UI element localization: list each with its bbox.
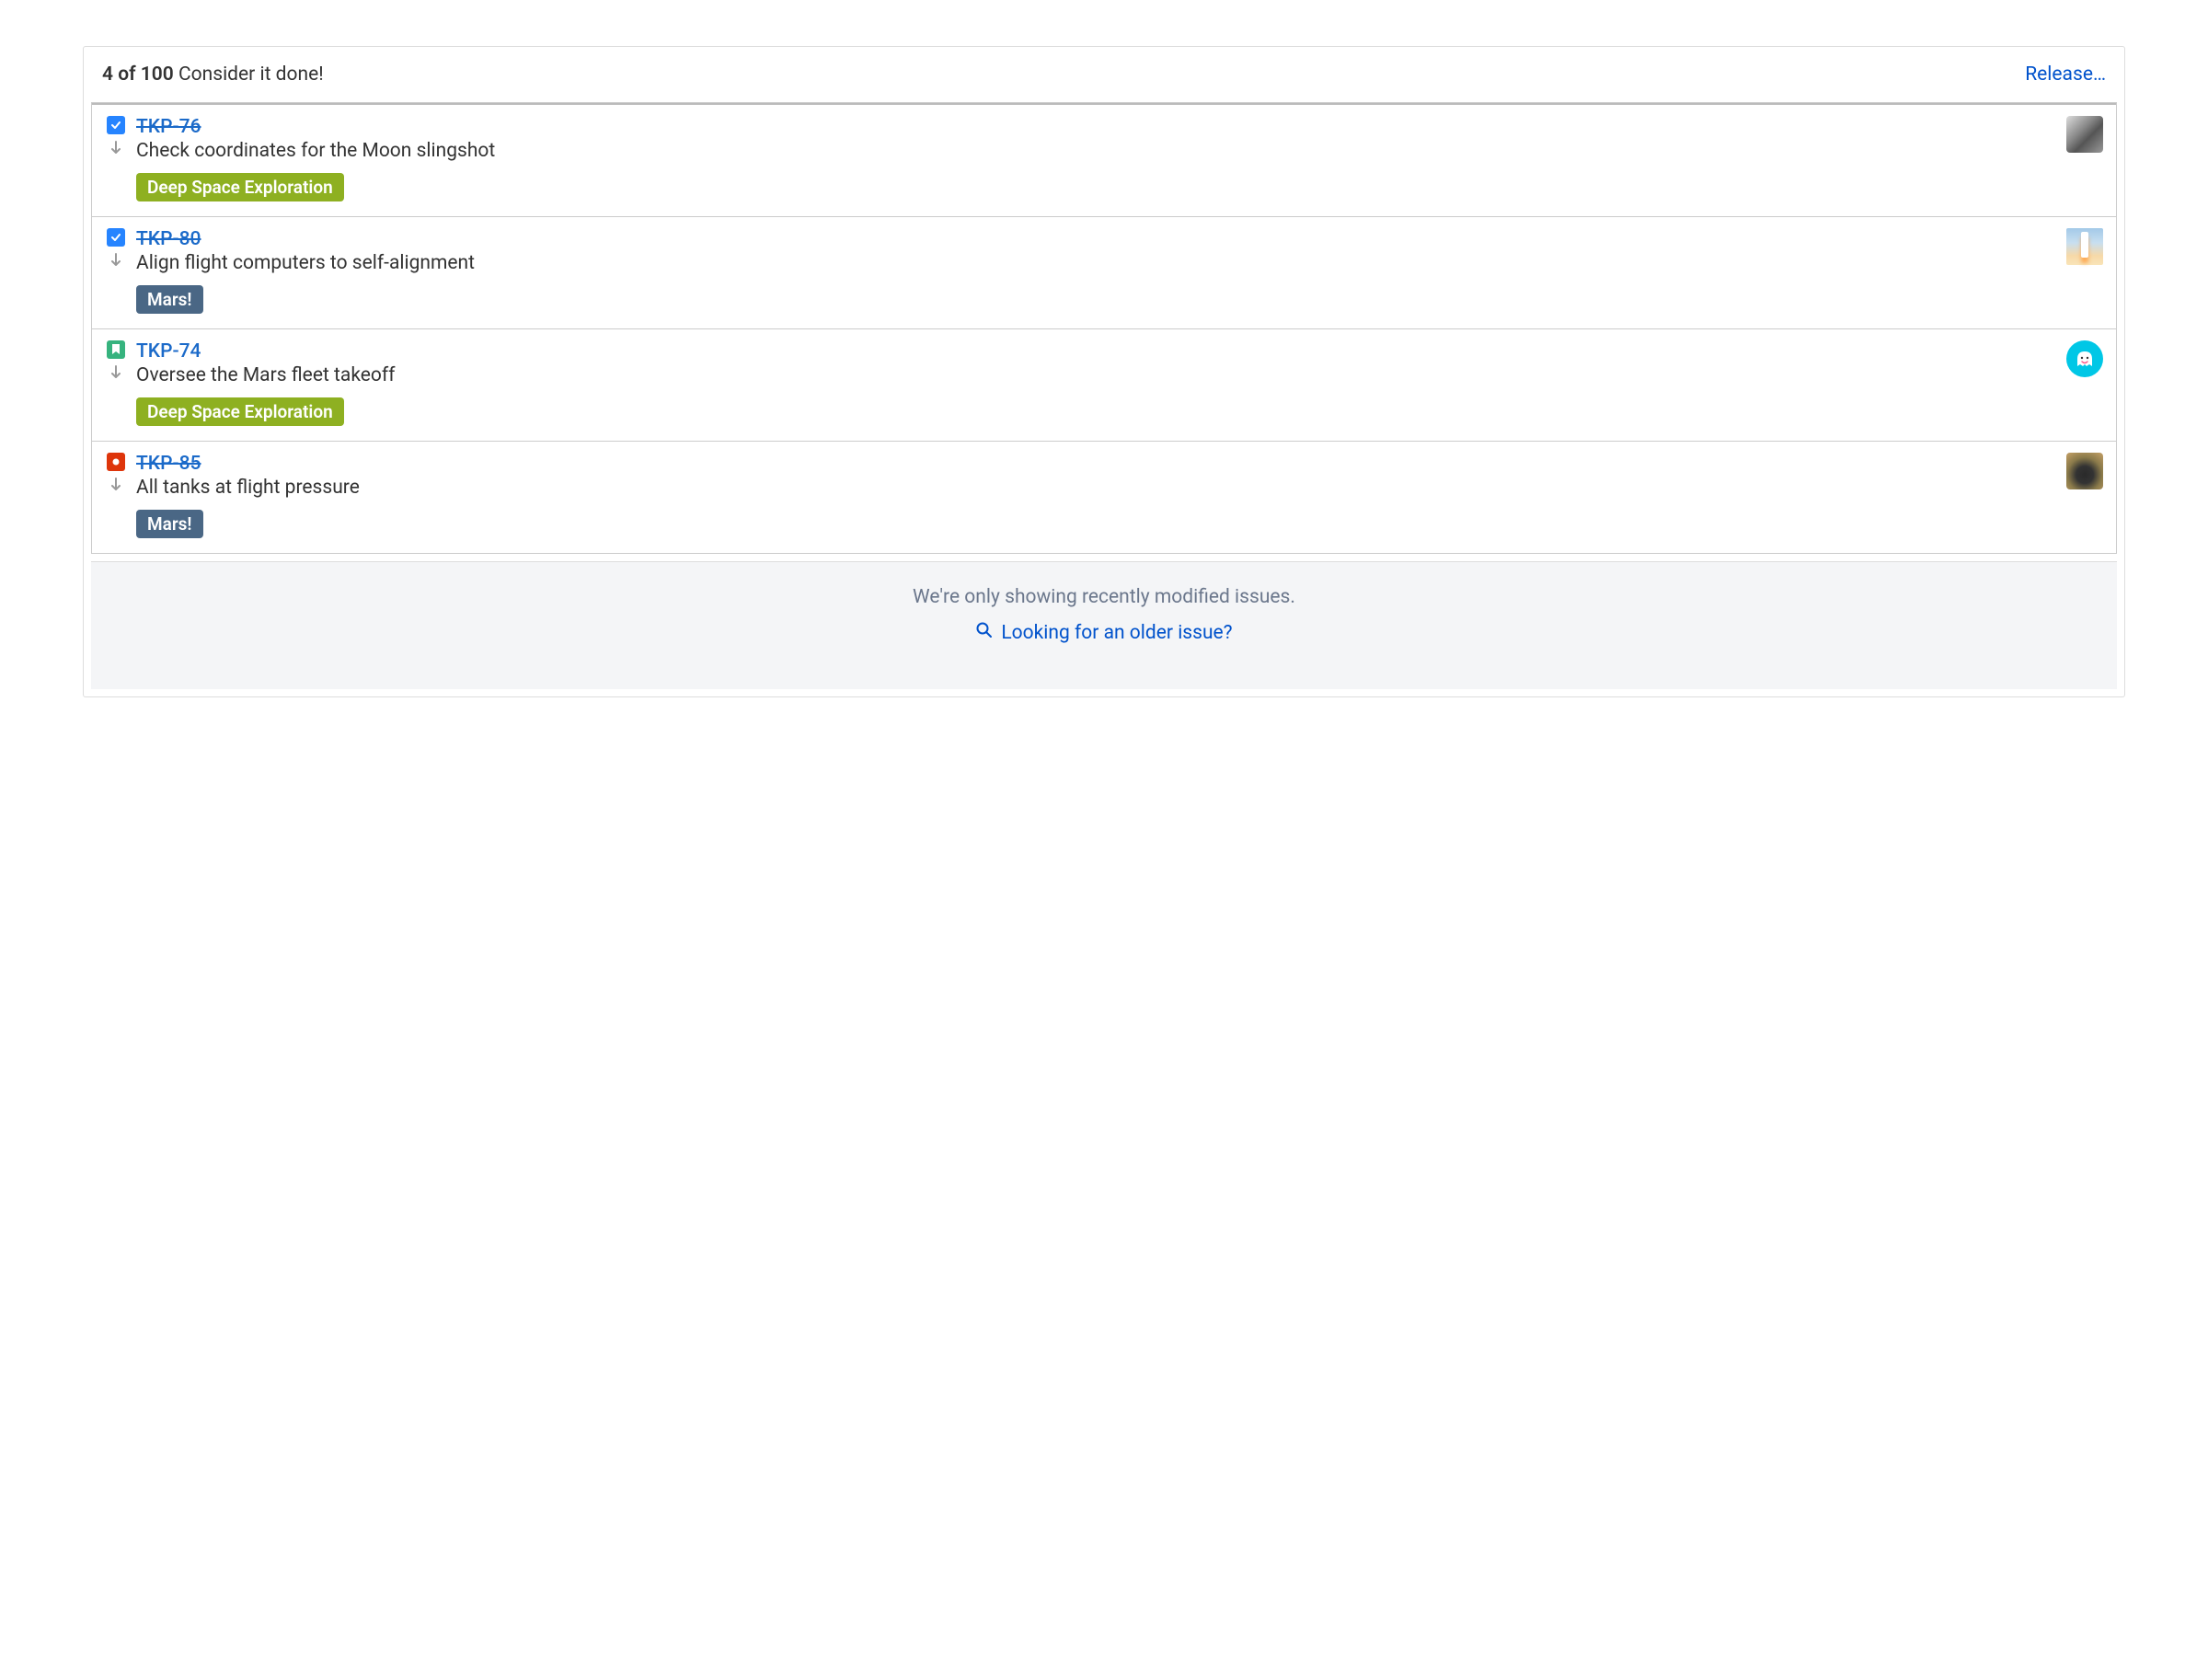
issue-icons [105,340,127,381]
issue-tags: Mars! [136,285,2057,314]
issue-key[interactable]: TKP-85 [136,453,2057,475]
issue-count: 4 of 100 [102,63,174,86]
issue-key[interactable]: TKP-80 [136,228,2057,250]
epic-tag[interactable]: Mars! [136,285,203,314]
issue-summary: Check coordinates for the Moon slingshot [136,140,2057,162]
issue-icons [105,228,127,269]
priority-low-icon [108,364,124,381]
issues-list: TKP-76 Check coordinates for the Moon sl… [91,102,2117,554]
older-issue-link[interactable]: Looking for an older issue? [975,621,1232,645]
issue-summary: Align flight computers to self-alignment [136,252,2057,274]
issue-row[interactable]: TKP-76 Check coordinates for the Moon sl… [92,103,2116,217]
priority-low-icon [108,477,124,493]
issue-icons [105,453,127,493]
header-message: Consider it done! [178,63,324,86]
issue-content: TKP-85 All tanks at flight pressure Mars… [127,453,2057,538]
assignee-avatar[interactable] [2066,228,2103,265]
issue-key[interactable]: TKP-76 [136,116,2057,138]
epic-tag[interactable]: Mars! [136,510,203,538]
issue-summary: All tanks at flight pressure [136,477,2057,499]
issue-key[interactable]: TKP-74 [136,340,2057,362]
issue-row[interactable]: TKP-80 Align flight computers to self-al… [92,217,2116,329]
task-icon [107,228,125,247]
header-title: 4 of 100 Consider it done! [102,63,324,86]
issues-panel: 4 of 100 Consider it done! Release… TKP-… [83,46,2125,697]
priority-low-icon [108,140,124,156]
footer-info: We're only showing recently modified iss… [91,561,2117,689]
epic-tag[interactable]: Deep Space Exploration [136,397,344,426]
older-issue-label: Looking for an older issue? [1001,622,1232,644]
issue-row[interactable]: TKP-74 Oversee the Mars fleet takeoff De… [92,329,2116,442]
bug-icon [107,453,125,471]
story-icon [107,340,125,359]
assignee-avatar[interactable] [2066,453,2103,489]
issue-content: TKP-80 Align flight computers to self-al… [127,228,2057,314]
issue-row[interactable]: TKP-85 All tanks at flight pressure Mars… [92,442,2116,553]
footer-text: We're only showing recently modified iss… [91,586,2117,608]
issue-tags: Mars! [136,510,2057,538]
assignee-avatar[interactable] [2066,340,2103,377]
issue-icons [105,116,127,156]
task-icon [107,116,125,134]
issue-summary: Oversee the Mars fleet takeoff [136,364,2057,386]
issue-content: TKP-76 Check coordinates for the Moon sl… [127,116,2057,201]
panel-header: 4 of 100 Consider it done! Release… [84,47,2124,102]
search-icon [975,621,994,645]
epic-tag[interactable]: Deep Space Exploration [136,173,344,201]
issue-tags: Deep Space Exploration [136,397,2057,426]
priority-low-icon [108,252,124,269]
assignee-avatar[interactable] [2066,116,2103,153]
issue-tags: Deep Space Exploration [136,173,2057,201]
issue-content: TKP-74 Oversee the Mars fleet takeoff De… [127,340,2057,426]
release-button[interactable]: Release… [2025,63,2106,86]
